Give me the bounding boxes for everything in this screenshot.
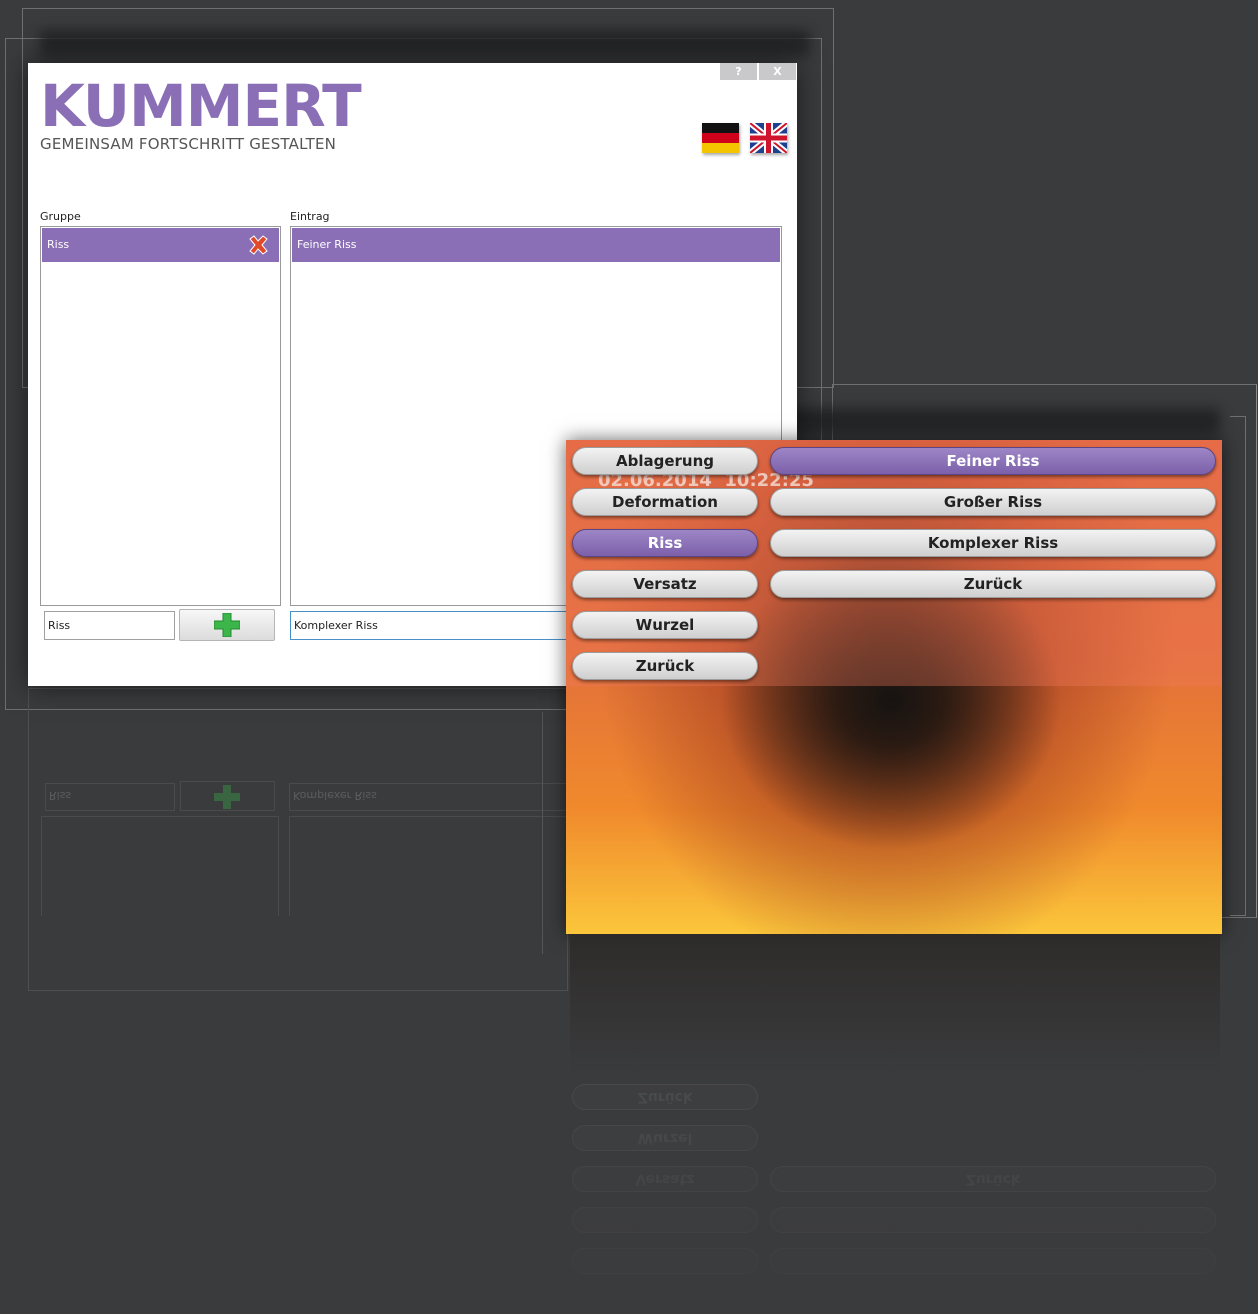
ghost-group-list	[41, 816, 279, 916]
group-label: Gruppe	[40, 210, 81, 223]
ghost-entry-text: Komplexer Riss	[293, 789, 377, 802]
panel-reflection: Zurück Wurzel Versatz Zurück	[570, 934, 1220, 1314]
group-button-riss[interactable]: Riss	[572, 529, 758, 557]
ghost-add-icon	[214, 785, 240, 813]
entry-button-feiner-riss[interactable]: Feiner Riss	[770, 447, 1216, 475]
logo-wordmark: KUMMERT	[40, 72, 362, 140]
entry-button-zurueck[interactable]: Zurück	[770, 570, 1216, 598]
entry-list-item[interactable]: Feiner Riss	[292, 228, 780, 262]
flag-de-icon[interactable]	[702, 123, 739, 153]
add-icon	[213, 612, 241, 641]
entry-button-grosser-riss[interactable]: Großer Riss	[770, 488, 1216, 516]
group-button-wurzel[interactable]: Wurzel	[572, 611, 758, 639]
add-button[interactable]	[179, 609, 275, 641]
ghost-group-text: Riss	[49, 789, 72, 802]
ghost-entry-list	[289, 816, 569, 916]
front-frame-outline-inner	[1230, 416, 1246, 916]
group-button-versatz[interactable]: Versatz	[572, 570, 758, 598]
group-name-input[interactable]: Riss	[44, 611, 175, 640]
dialog-reflection: Riss Komplexer Riss	[28, 688, 569, 991]
delete-icon[interactable]	[247, 234, 269, 256]
group-button-ablagerung[interactable]: Ablagerung	[572, 447, 758, 475]
touch-panel: 02.06.2014 10:22:25 Ablagerung Deformati…	[566, 440, 1222, 934]
top-shadow	[40, 30, 810, 56]
group-list-item[interactable]: Riss	[42, 228, 279, 262]
group-button-zurueck[interactable]: Zurück	[572, 652, 758, 680]
group-item-label: Riss	[47, 238, 70, 251]
flag-uk-icon[interactable]	[748, 120, 789, 156]
close-button[interactable]: X	[759, 63, 796, 80]
company-logo: KUMMERT GEMEINSAM FORTSCHRITT GESTALTEN	[40, 72, 362, 153]
group-button-deformation[interactable]: Deformation	[572, 488, 758, 516]
reflection-fade	[570, 934, 1220, 1314]
entry-label: Eintrag	[290, 210, 330, 223]
reflection-divider	[542, 712, 543, 954]
logo-tagline: GEMEINSAM FORTSCHRITT GESTALTEN	[40, 135, 337, 153]
group-list[interactable]: Riss	[40, 226, 281, 606]
help-button[interactable]: ?	[720, 63, 757, 80]
entry-button-komplexer-riss[interactable]: Komplexer Riss	[770, 529, 1216, 557]
entry-name-input[interactable]: Komplexer Riss	[290, 611, 580, 640]
